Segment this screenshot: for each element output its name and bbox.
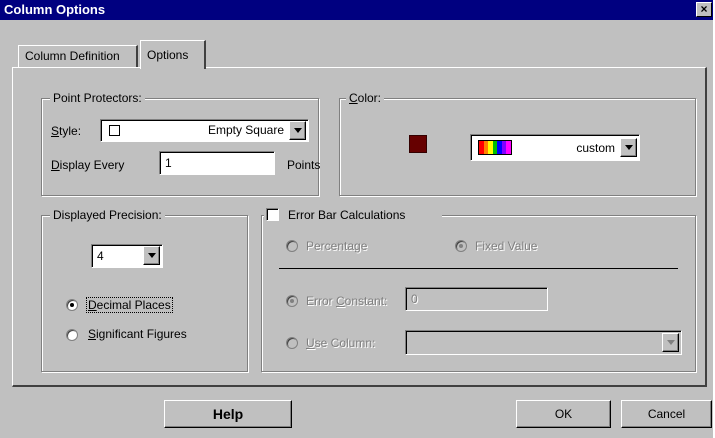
displayed-precision-title: Displayed Precision: [50, 208, 165, 222]
percentage-label: Percentage [306, 239, 368, 253]
help-button[interactable]: Help [164, 400, 292, 428]
ok-button-label: OK [554, 407, 573, 421]
cancel-button[interactable]: Cancel [621, 400, 712, 428]
close-button[interactable]: × [696, 2, 712, 17]
color-dropdown-button[interactable] [620, 138, 637, 157]
style-dropdown[interactable]: Empty Square [100, 119, 309, 142]
display-every-input[interactable]: 1 [159, 151, 275, 175]
error-constant-input[interactable]: 0 [405, 287, 548, 311]
ok-button[interactable]: OK [516, 400, 611, 428]
display-every-value: 1 [165, 156, 172, 170]
point-protectors-title: Point Protectors: [50, 91, 145, 105]
use-column-dropdown[interactable] [405, 330, 682, 355]
precision-dropdown[interactable]: 4 [91, 244, 163, 268]
color-palette-dropdown[interactable]: custom [470, 134, 640, 161]
precision-value: 4 [97, 249, 104, 263]
error-bar-title[interactable]: Error Bar Calculations [285, 208, 409, 222]
percentage-radio[interactable] [286, 240, 298, 252]
tab-column-definition[interactable]: Column Definition [18, 45, 138, 67]
chevron-down-icon [625, 145, 633, 150]
precision-dropdown-button[interactable] [143, 246, 160, 265]
cancel-button-label: Cancel [647, 407, 686, 421]
use-column-dropdown-button[interactable] [662, 333, 679, 352]
color-palette-value: custom [576, 141, 615, 155]
use-column-label: Use Column: [306, 336, 376, 350]
close-icon: × [700, 2, 708, 16]
radio-selected-dot [290, 299, 294, 303]
fixed-value-radio[interactable] [455, 240, 467, 252]
use-column-radio[interactable] [286, 337, 298, 349]
help-button-label: Help [212, 406, 244, 422]
style-dropdown-button[interactable] [289, 121, 306, 140]
rainbow-palette-icon [478, 140, 512, 155]
chevron-down-icon [148, 253, 156, 258]
color-title: Color: [346, 91, 385, 105]
chevron-down-icon [294, 128, 302, 133]
decimal-places-radio[interactable] [66, 299, 78, 311]
display-every-label: Display Every [51, 158, 125, 172]
fixed-value-label: Fixed Value [475, 239, 538, 253]
style-value: Empty Square [207, 123, 284, 137]
divider [279, 268, 678, 269]
tab-label: Column Definition [25, 49, 120, 63]
points-label: Points [287, 158, 321, 172]
significant-figures-label[interactable]: Significant Figures [88, 327, 187, 341]
error-constant-radio[interactable] [286, 295, 298, 307]
error-constant-value: 0 [411, 292, 418, 306]
title-bar[interactable]: Column Options × [0, 0, 713, 20]
radio-selected-dot [459, 244, 463, 248]
empty-square-icon [109, 125, 120, 136]
error-constant-label: Error Constant: [306, 294, 388, 308]
displayed-precision-group [41, 215, 248, 372]
dialog-window: Column Options × Column Definition Optio… [0, 0, 713, 438]
tab-label: Options [147, 48, 189, 62]
decimal-places-label[interactable]: Decimal Places [86, 297, 173, 313]
radio-selected-dot [70, 303, 74, 307]
point-protectors-group [41, 98, 319, 196]
chevron-down-icon [667, 340, 675, 345]
tab-options[interactable]: Options [140, 40, 206, 69]
significant-figures-radio[interactable] [66, 329, 78, 341]
style-label: Style: [51, 124, 82, 138]
error-bar-checkbox[interactable] [266, 208, 279, 221]
color-swatch[interactable] [409, 135, 427, 153]
window-title: Column Options [4, 2, 106, 17]
